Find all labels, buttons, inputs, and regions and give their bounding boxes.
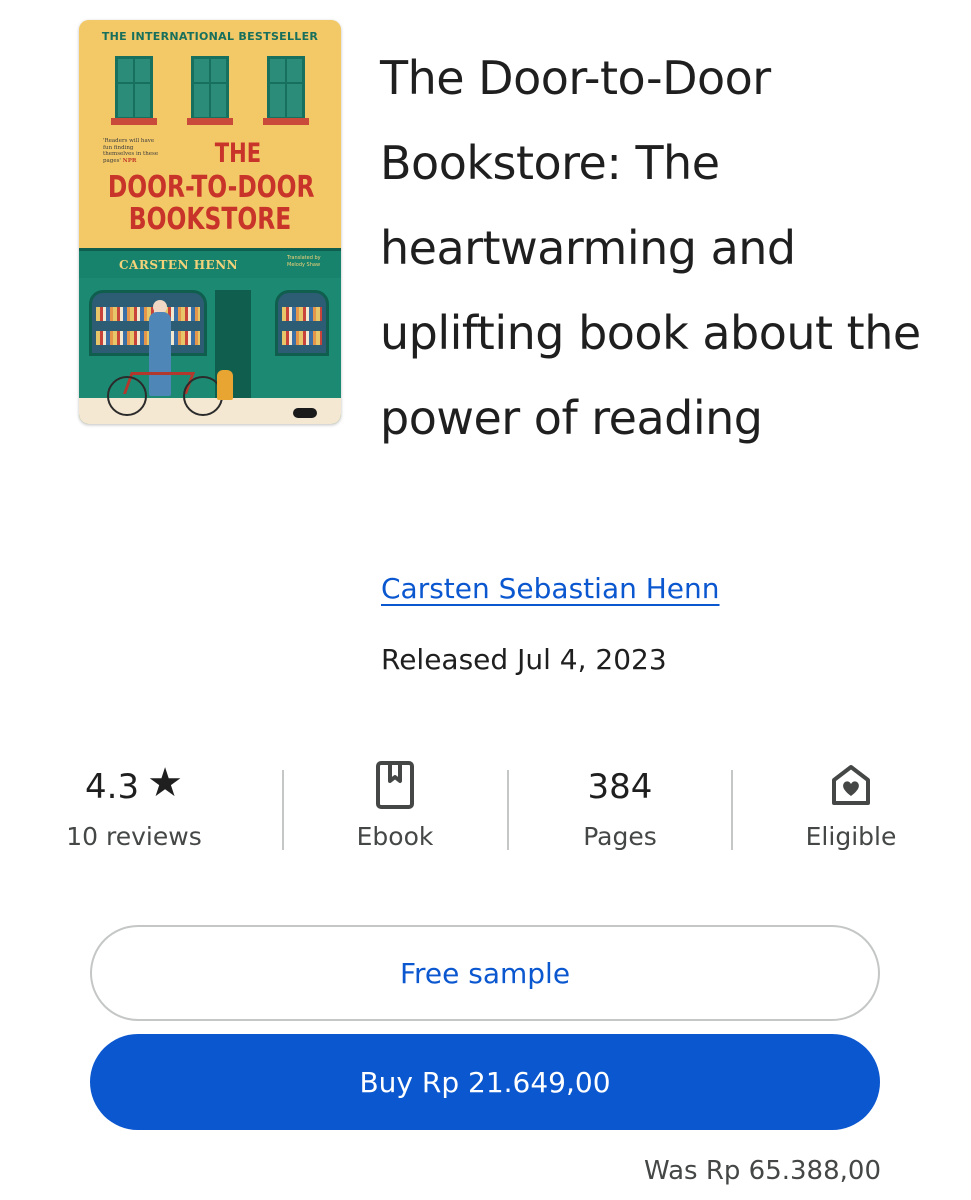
ebook-icon [375,760,415,815]
family-library-label: Eligible [805,822,897,851]
cover-shopfront [79,278,341,424]
free-sample-button[interactable]: Free sample [90,925,880,1021]
reviews-count: 10 reviews [66,822,202,851]
pages-value: 384 [587,767,653,807]
family-library-stat[interactable]: Eligible [736,758,966,858]
cover-bicycle-wheel [107,376,147,416]
cover-shop-window [89,290,207,356]
cover-title-line: BOOKSTORE [128,202,292,237]
author-link[interactable]: Carsten Sebastian Henn [381,572,720,605]
pages-stat: 384 Pages [505,758,735,858]
cover-window [267,56,305,120]
format-label: Ebook [356,822,434,851]
book-title: The Door-to-Door Bookstore: The heartwar… [380,51,921,445]
cover-shop-window [275,290,329,356]
cover-girl-figure [217,370,233,400]
buy-button[interactable]: Buy Rp 21.649,00 [90,1034,880,1130]
cover-shop-sign: CARSTEN HENN Translated by Melody Shaw [79,248,341,278]
family-library-icon [829,763,873,812]
pages-label: Pages [583,822,657,851]
format-stat: Ebook [280,758,510,858]
rating-value: 4.3 [85,767,140,807]
star-icon: ★ [147,760,183,806]
stat-divider [731,770,733,850]
cover-flower-box [111,118,157,125]
cover-cat [293,408,317,418]
cover-flower-box [263,118,309,125]
book-cover[interactable]: THE INTERNATIONAL BESTSELLER 'Readers wi… [79,20,341,424]
cover-author: CARSTEN HENN [119,258,239,272]
cover-window [191,56,229,120]
cover-bestseller-line: THE INTERNATIONAL BESTSELLER [101,30,319,43]
release-date: Released Jul 4, 2023 [381,643,667,676]
cover-title-line: DOOR-TO-DOOR [107,170,315,205]
cover-window [115,56,153,120]
cover-flower-box [187,118,233,125]
cover-title-line: THE [214,138,262,169]
rating-stat[interactable]: 4.3 ★ 10 reviews [19,758,249,858]
cover-translator: Translated by Melody Shaw [287,255,321,268]
original-price: Was Rp 65.388,00 [644,1156,881,1186]
